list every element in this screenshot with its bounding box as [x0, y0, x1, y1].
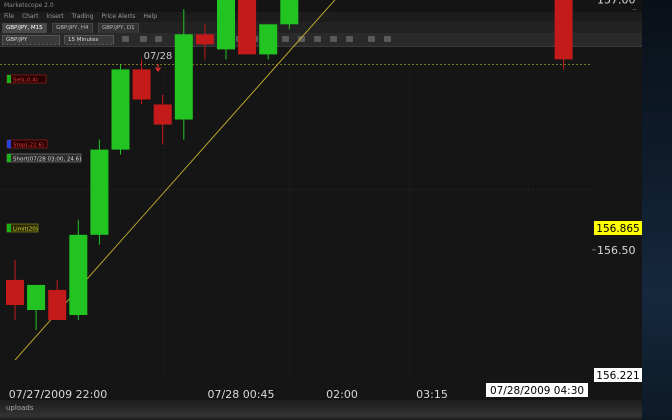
current-price-label: 156.865 — [596, 223, 639, 235]
candle-body-8 — [174, 34, 193, 120]
order-limit-label: Limit(20) — [13, 227, 38, 233]
candles — [6, 0, 573, 331]
candle-body-9 — [195, 34, 214, 45]
bottom-price-tag: 156.221 — [594, 368, 642, 382]
x-tick-label-0: 07/27/2009 22:00 — [9, 388, 108, 400]
order-short-label: Short(07/28 03:00, 24.6) — [13, 157, 81, 163]
current-time-label: 07/28/2009 04:30 — [490, 385, 584, 397]
candle-body-7 — [153, 104, 172, 125]
order-sell-tag[interactable]: Sell(-0.4) — [6, 74, 47, 84]
candle-body-12 — [259, 24, 278, 55]
candle-body-5 — [111, 69, 130, 150]
price-chart[interactable]: 157.50157.00156.50 07/27/2009 22:0007/28… — [0, 0, 642, 400]
candle-body-3 — [69, 234, 88, 315]
order-short-tag[interactable]: Short(07/28 03:00, 24.6) — [6, 153, 82, 163]
order-limit-tag[interactable]: Limit(20) — [6, 223, 39, 233]
x-tick-label-1: 07/28 00:45 — [208, 388, 275, 400]
candle-body-13 — [280, 0, 299, 25]
x-axis-ticks: 07/27/2009 22:00 07/28 00:45 02:00 03:15 — [9, 388, 448, 400]
y-tick-label-1: 157.00 — [597, 0, 636, 6]
candle-body-6 — [132, 69, 151, 100]
current-price-tag: 156.865 — [594, 221, 642, 235]
grid-lines — [0, 44, 592, 383]
candle-body-1 — [27, 284, 46, 310]
upload-watermark-logo: uploads — [6, 404, 34, 412]
desktop-background — [642, 0, 672, 420]
taskbar: uploads — [0, 400, 642, 420]
candle-body-0 — [6, 279, 24, 305]
candle-body-4 — [90, 149, 109, 235]
current-time-tag: 07/28/2009 04:30 — [486, 383, 588, 397]
x-tick-label-2: 02:00 — [326, 388, 358, 400]
date-marker-label: 07/28 — [144, 51, 173, 62]
order-stop-tag[interactable]: Stop(-22.6) — [6, 139, 48, 149]
order-stop-label: Stop(-22.6) — [13, 143, 44, 149]
date-marker-arrow-icon — [155, 64, 161, 73]
candle-body-11 — [238, 0, 257, 55]
x-tick-label-3: 03:15 — [416, 388, 448, 400]
candle-body-10 — [217, 0, 235, 50]
candle-body-26 — [554, 0, 573, 60]
order-sell-label: Sell(-0.4) — [13, 78, 38, 84]
y-tick-label-2: 156.50 — [597, 244, 636, 257]
bottom-price-label: 156.221 — [596, 370, 639, 382]
candle-body-2 — [48, 289, 67, 321]
